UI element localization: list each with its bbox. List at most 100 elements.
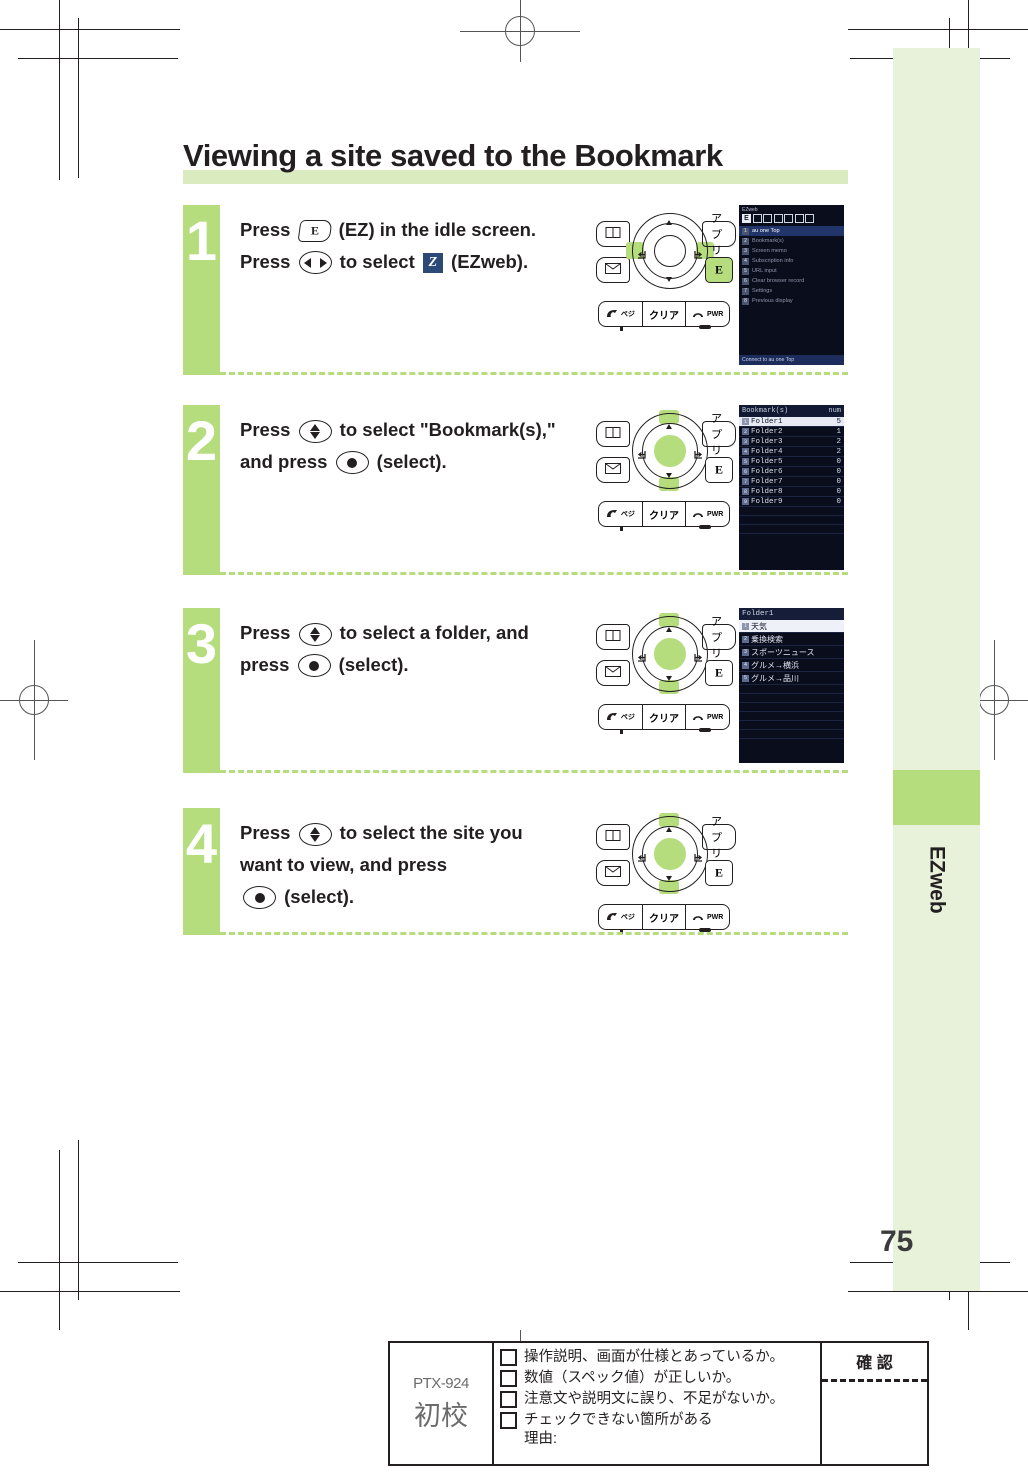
screen-1-header: EZweb (742, 207, 758, 213)
clear-key: クリア (643, 905, 687, 929)
book-key (596, 221, 630, 247)
menu-item-0[interactable]: 1 au one Top (739, 226, 844, 236)
bookmark-folder-list: 1 Folder1 5 2 Folder2 1 3 Folder3 2 4 Folder… (739, 417, 844, 534)
power-key-label: PWR (707, 713, 724, 721)
step-2-text: Press to select "Bookmark(s)," and press… (240, 414, 590, 478)
bookmark-count-header: num (828, 407, 841, 415)
bookmark-row-0-num: 1 (742, 622, 749, 630)
page-number: 75 (880, 1225, 914, 1258)
bookmark-row-0[interactable]: 1 天気 (739, 620, 844, 633)
folder-row-4-badge: 5 (742, 458, 749, 465)
clear-key: クリア (643, 302, 687, 326)
clear-key-label: クリア (649, 310, 679, 322)
step-1-bottom-keys: ペジ クリア PWR (598, 301, 730, 327)
power-key-stub (699, 325, 711, 329)
folder-row-6-count: 0 (836, 477, 841, 486)
step-1-keypad-illustration: アプリ E ペジ クリア PWR (596, 213, 736, 333)
bookmark-row-1-num: 2 (742, 635, 749, 643)
menu-item-3[interactable]: 4 Subscription info (739, 256, 844, 266)
app-key-label: アプリ (711, 413, 722, 457)
proof-checklist: 操作説明、画面が仕様とあっているか。 数値（スペック値）が正しいか。 注意文や説… (494, 1343, 822, 1464)
proof-checklist-item[interactable]: 数値（スペック値）が正しいか。 (500, 1369, 814, 1388)
ez-key-label: E (714, 262, 724, 277)
call-key-stub (620, 326, 623, 331)
book-icon (605, 427, 621, 441)
checkbox-icon[interactable] (500, 1391, 517, 1409)
folder-row-1[interactable]: 2 Folder2 1 (739, 427, 844, 437)
clear-key-label: クリア (649, 713, 679, 725)
bookmark-row-4[interactable]: 5 グルメ→品川 (739, 672, 844, 685)
call-key-label: ペジ (620, 511, 635, 518)
menu-item-5-label: Clear browser record (752, 278, 805, 284)
folder-row-8-badge: 9 (742, 498, 749, 505)
menu-item-6-num: 7 (742, 287, 749, 295)
folder-screen-title: Folder1 (739, 608, 844, 620)
folder-blank-row (739, 712, 844, 721)
menu-item-7[interactable]: 8 Previous display (739, 296, 844, 306)
dpad-down-arrow (666, 473, 672, 478)
menu-item-6[interactable]: 7 Settings (739, 286, 844, 296)
menu-item-5-num: 6 (742, 277, 749, 285)
bookmark-blank-row (739, 525, 844, 534)
proof-confirm-cell[interactable]: 確 認 (822, 1343, 927, 1464)
proof-check-block: PTX-924 初校 操作説明、画面が仕様とあっているか。 数値（スペック値）が… (388, 1341, 929, 1466)
select-key-icon (297, 654, 331, 678)
bookmark-row-1-label: 乗換検索 (751, 634, 783, 644)
folder-row-6[interactable]: 7 Folder7 0 (739, 477, 844, 487)
folder-row-7-label: Folder8 (751, 487, 783, 496)
antenna-status-icon (805, 214, 814, 223)
step-3-bottom-keys: ペジ クリア PWR (598, 704, 730, 730)
folder-row-5[interactable]: 6 Folder6 0 (739, 467, 844, 477)
bookmark-row-1[interactable]: 2 乗換検索 (739, 633, 844, 646)
menu-item-3-num: 4 (742, 257, 749, 265)
step-3-line1-mid: to select a folder, and (334, 622, 529, 643)
proof-checklist-item[interactable]: チェックできない箇所がある 理由: (500, 1411, 814, 1447)
step-4-line1-mid: to select the site you (334, 822, 523, 843)
folder-row-8[interactable]: 9 Folder9 0 (739, 497, 844, 507)
folder-row-7[interactable]: 8 Folder8 0 (739, 487, 844, 497)
step-2-line1-pre: Press (240, 419, 296, 440)
bookmark-row-3[interactable]: 4 グルメ→横浜 (739, 659, 844, 672)
folder-row-2[interactable]: 3 Folder3 2 (739, 437, 844, 447)
menu-item-1[interactable]: 2 Bookmark(s) (739, 236, 844, 246)
folder-row-4[interactable]: 5 Folder5 0 (739, 457, 844, 467)
dpad-up-arrow (666, 220, 672, 225)
proof-checklist-item[interactable]: 注意文や説明文に誤り、不足がないか。 (500, 1390, 814, 1409)
chapter-tab-label: EZweb (925, 846, 949, 914)
proof-checklist-item[interactable]: 操作説明、画面が仕様とあっているか。 (500, 1348, 814, 1366)
step-2-number: 2 (185, 409, 218, 472)
call-key-stub (620, 526, 623, 531)
checkbox-icon[interactable] (500, 1412, 517, 1430)
bookmark-row-2[interactable]: 3 スポーツニュース (739, 646, 844, 659)
step-2-keypad-illustration: アプリ E ペジ クリア PWR (596, 410, 736, 533)
folder-row-0[interactable]: 1 Folder1 5 (739, 417, 844, 427)
checkbox-icon[interactable] (500, 1370, 517, 1388)
step-3-phone-screen: Folder1 1 天気 2 乗換検索 3 スポーツニュース 4 グルメ→横浜 (739, 608, 844, 763)
checkbox-icon[interactable] (500, 1349, 517, 1366)
menu-item-2[interactable]: 3 Screen memo (739, 246, 844, 256)
screen-1-status-icons: E (739, 213, 844, 226)
menu-item-4[interactable]: 5 URL input (739, 266, 844, 276)
menu-item-5[interactable]: 6 Clear browser record (739, 276, 844, 286)
menu-item-2-label: Screen memo (752, 248, 787, 254)
step-1-number: 1 (185, 209, 218, 272)
ez-key-label: E (714, 865, 724, 880)
dpad-left-arrow (637, 849, 646, 867)
step-1-line2-mid: to select (334, 250, 420, 272)
book-key (596, 824, 630, 850)
book-key (596, 624, 630, 650)
folder-row-6-badge: 7 (742, 478, 749, 485)
bookmark-row-0-label: 天気 (751, 621, 767, 631)
power-key-label: PWR (707, 310, 724, 318)
proof-stage-cell: PTX-924 初校 (390, 1343, 494, 1464)
cart-status-icon (784, 214, 793, 223)
bookmark-row-2-label: スポーツニュース (751, 647, 815, 657)
folder-row-0-label: Folder1 (751, 417, 783, 426)
menu-item-4-num: 5 (742, 267, 749, 275)
bookmark-blank-row (739, 516, 844, 525)
proof-stage: 初校 (414, 1400, 468, 1431)
bookmark-row-3-num: 4 (742, 661, 749, 669)
power-key-label: PWR (707, 510, 724, 518)
dpad-center-key (654, 235, 686, 267)
folder-row-3[interactable]: 4 Folder4 2 (739, 447, 844, 457)
